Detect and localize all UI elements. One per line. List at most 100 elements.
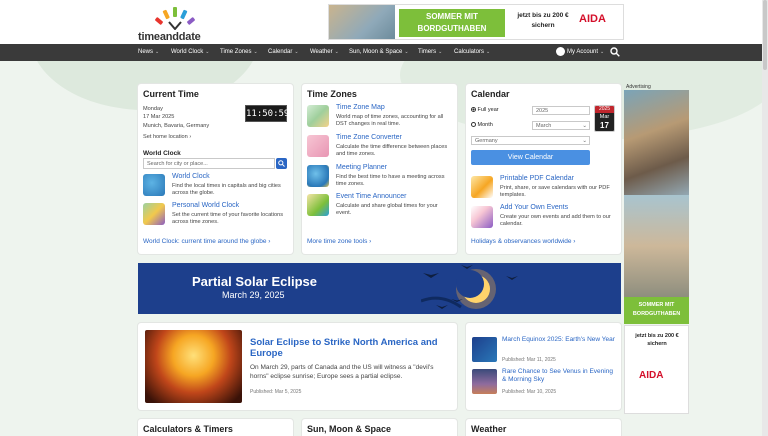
card-title: Time Zones <box>307 89 357 99</box>
main-nav: News ⌄ World Clock ⌄ Time Zones ⌄ Calendar ⌄… <box>0 44 768 61</box>
chevron-down-icon: ⌄ <box>438 49 443 55</box>
event-time-announcer-link[interactable]: Event Time Announcer <box>336 193 406 200</box>
add-events-icon <box>471 206 493 228</box>
equinox-thumbnail[interactable] <box>472 337 497 362</box>
scrollbar-thumb[interactable] <box>763 0 767 70</box>
meeting-planner-desc: Find the best time to have a meeting acr… <box>336 174 445 187</box>
news-list-card: March Equinox 2025: Earth's New Year Pub… <box>466 323 621 410</box>
nav-timers[interactable]: Timers ⌄ <box>418 44 442 61</box>
badge-day: 17 <box>595 121 614 131</box>
chevron-down-icon: ⌄ <box>294 49 299 55</box>
eclipse-illustration <box>421 265 518 309</box>
article-image[interactable] <box>145 330 242 403</box>
current-location[interactable]: Munich, Bavaria, Germany <box>143 123 209 130</box>
badge-month: Mar <box>595 113 614 121</box>
banner-title: Partial Solar Eclipse <box>192 274 318 289</box>
chevron-down-icon: ⌄ <box>404 49 409 55</box>
nav-sun-moon-space[interactable]: Sun, Moon & Space ⌄ <box>349 44 409 61</box>
chevron-down-icon: ⌄ <box>334 49 339 55</box>
ad-brand: AIDA <box>579 13 606 25</box>
ad-photo <box>329 5 395 39</box>
radio-checked-icon <box>471 107 476 113</box>
news-item-title[interactable]: Rare Chance to See Venus in Evening & Mo… <box>502 368 616 384</box>
side-advertisement[interactable]: Advertising SOMMER MIT BORDGUTHABEN jetz… <box>624 84 689 414</box>
nav-label: Timers <box>418 49 437 55</box>
nav-weather[interactable]: Weather ⌄ <box>310 44 339 61</box>
chevron-down-icon: ⌄ <box>486 49 491 55</box>
pdf-calendar-icon <box>471 176 493 198</box>
nav-calendar[interactable]: Calendar ⌄ <box>268 44 299 61</box>
news-item-title[interactable]: March Equinox 2025: Earth's New Year <box>502 336 616 344</box>
select-value: March <box>536 123 552 129</box>
search-icon[interactable] <box>610 47 620 57</box>
banner-date: March 29, 2025 <box>222 290 285 300</box>
personal-world-clock-link[interactable]: Personal World Clock <box>172 202 239 209</box>
month-select[interactable]: March ⌄ <box>532 121 590 130</box>
time-zones-footer-link[interactable]: More time zone tools › <box>307 238 371 245</box>
nav-news[interactable]: News ⌄ <box>138 44 159 61</box>
month-radio[interactable]: Month <box>471 122 493 128</box>
nav-label: Calendar <box>268 49 293 55</box>
nav-world-clock[interactable]: World Clock ⌄ <box>171 44 209 61</box>
chevron-right-icon: › <box>268 238 271 245</box>
add-your-own-events-link[interactable]: Add Your Own Events <box>500 204 568 211</box>
meeting-planner-link[interactable]: Meeting Planner <box>336 164 387 171</box>
select-value: Germany <box>475 138 498 144</box>
current-day: Monday <box>143 106 163 112</box>
city-search-button[interactable] <box>276 158 287 169</box>
badge-year: 2025 <box>595 106 614 113</box>
venus-thumbnail[interactable] <box>472 369 497 394</box>
country-select[interactable]: Germany ⌄ <box>471 136 590 145</box>
my-account-button[interactable]: My Account ⌄ <box>556 47 604 58</box>
world-clock-label: World Clock <box>143 150 181 157</box>
time-zone-map-desc: World map of time zones, accounting for … <box>336 114 444 127</box>
printable-pdf-calendar-desc: Print, share, or save calendars with our… <box>500 185 610 198</box>
ad-photo <box>624 195 689 297</box>
world-clock-footer-link[interactable]: World Clock: current time around the glo… <box>143 238 270 245</box>
ad-price: jetzt bis zu 200 € sichern <box>635 333 679 347</box>
site-logo[interactable]: timeanddate <box>138 4 218 43</box>
ad-photo <box>624 90 689 195</box>
article-published: Published: Mar 5, 2025 <box>250 389 302 395</box>
full-year-radio[interactable]: Full year <box>471 107 499 113</box>
add-your-own-events-desc: Create your own events and add them to o… <box>500 214 611 227</box>
link-label: World Clock: current time around the glo… <box>143 238 267 245</box>
nav-time-zones[interactable]: Time Zones ⌄ <box>220 44 258 61</box>
chevron-right-icon: › <box>573 238 576 245</box>
city-search-input[interactable]: Search for city or place... <box>143 158 275 169</box>
top-advertisement[interactable]: SOMMER MIT BORDGUTHABEN jetzt bis zu 200… <box>328 4 624 40</box>
printable-pdf-calendar-link[interactable]: Printable PDF Calendar <box>500 175 574 182</box>
nav-label: Time Zones <box>220 49 252 55</box>
personal-world-clock-desc: Set the current time of your favorite lo… <box>172 212 283 225</box>
time-zones-card: Time Zones Time Zone Map World map of ti… <box>302 84 457 254</box>
current-time-card: Current Time Monday 17 Mar 2025 Munich, … <box>138 84 293 254</box>
ad-brand: AIDA <box>639 370 664 381</box>
map-icon <box>307 105 329 127</box>
link-label: Set home location <box>143 134 188 140</box>
time-zone-converter-link[interactable]: Time Zone Converter <box>336 134 402 141</box>
eclipse-banner[interactable]: Partial Solar Eclipse March 29, 2025 <box>138 263 621 314</box>
time-zone-converter-desc: Calculate the time difference between pl… <box>336 144 448 157</box>
site-header: timeanddate SOMMER MIT BORDGUTHABEN jetz… <box>0 0 768 44</box>
article-title[interactable]: Solar Eclipse to Strike North America an… <box>250 337 448 359</box>
nav-calculators[interactable]: Calculators ⌄ <box>454 44 490 61</box>
set-home-location-link[interactable]: Set home location › <box>143 134 191 141</box>
nav-label: World Clock <box>171 49 204 55</box>
world-clock-link[interactable]: World Clock <box>172 173 210 180</box>
chevron-right-icon: › <box>369 238 372 245</box>
time-zone-map-link[interactable]: Time Zone Map <box>336 104 385 111</box>
year-input[interactable]: 2025 <box>532 106 590 115</box>
sun-moon-space-card: Sun, Moon & Space <box>302 419 457 436</box>
card-title: Sun, Moon & Space <box>307 424 392 434</box>
news-item-published: Published: Mar 10, 2025 <box>502 389 557 395</box>
radio-unchecked-icon <box>471 122 476 128</box>
chevron-down-icon: ⌄ <box>600 49 605 56</box>
holidays-footer-link[interactable]: Holidays & observances worldwide › <box>471 238 575 245</box>
page-scrollbar[interactable] <box>762 0 768 436</box>
current-date: 17 Mar 2025 <box>143 114 175 120</box>
announcer-icon <box>307 194 329 216</box>
personal-clock-icon <box>143 203 165 225</box>
ad-price-box: jetzt bis zu 200 € sichern AIDA <box>624 325 689 414</box>
view-calendar-button[interactable]: View Calendar <box>471 150 590 165</box>
card-title: Current Time <box>143 89 199 99</box>
